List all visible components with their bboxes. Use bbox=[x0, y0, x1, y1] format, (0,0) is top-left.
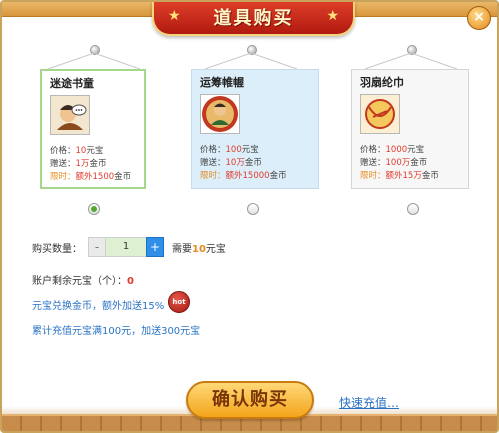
close-button[interactable]: × bbox=[467, 6, 491, 30]
hanging-string bbox=[204, 52, 298, 70]
recharge-bonus-link[interactable]: 累计充值元宝满100元，加送300元宝 bbox=[32, 322, 200, 337]
title-banner: ★ 道具购买 ★ bbox=[152, 2, 355, 36]
cost-summary: 需要10元宝 bbox=[172, 240, 226, 255]
limit-value: 额外1500 bbox=[75, 172, 115, 182]
need-unit: 元宝 bbox=[205, 244, 226, 255]
price-label: 价格： bbox=[200, 145, 226, 155]
limit-label: 限时： bbox=[200, 171, 226, 181]
limit-value: 额外15万 bbox=[385, 171, 422, 181]
item-card-2[interactable]: 运筹帷幄 价格：100元宝 赠送：10万金币 限时：额外15000金币 bbox=[191, 69, 319, 189]
item-name: 迷途书童 bbox=[50, 77, 94, 90]
limit-label: 限时： bbox=[50, 172, 76, 182]
purchase-dialog: ★ 道具购买 ★ × 迷途书童 价格：10元宝 赠送：1万金币 限时：额外150… bbox=[0, 0, 499, 433]
limit-unit: 金币 bbox=[421, 171, 439, 181]
balance-line: 账户剩余元宝（个）：0 bbox=[32, 272, 134, 287]
price-value: 100 bbox=[225, 145, 242, 155]
item-radio-2[interactable] bbox=[247, 203, 259, 215]
item-radio-3[interactable] bbox=[407, 203, 419, 215]
balance-label: 账户剩余元宝（个）： bbox=[32, 276, 127, 287]
limit-unit: 金币 bbox=[269, 171, 287, 181]
item-name: 运筹帷幄 bbox=[200, 76, 244, 89]
price-value: 1000 bbox=[385, 145, 408, 155]
item-details: 价格：1000元宝 赠送：100万金币 限时：额外15万金币 bbox=[360, 144, 439, 183]
quick-recharge-link[interactable]: 快速充值… bbox=[339, 394, 399, 411]
quantity-label: 购买数量： bbox=[32, 244, 82, 255]
item-details: 价格：10元宝 赠送：1万金币 限时：额外1500金币 bbox=[50, 145, 131, 184]
feather-fan-icon bbox=[360, 94, 400, 134]
price-unit: 元宝 bbox=[407, 145, 425, 155]
strategist-icon bbox=[200, 94, 240, 134]
price-unit: 元宝 bbox=[86, 146, 104, 156]
hot-badge: hot bbox=[168, 291, 190, 313]
item-radio-1[interactable] bbox=[88, 203, 100, 215]
limit-value: 额外15000 bbox=[225, 171, 270, 181]
price-label: 价格： bbox=[50, 146, 76, 156]
need-amount: 10 bbox=[192, 244, 206, 255]
quantity-input[interactable]: 1 bbox=[106, 237, 146, 257]
hanging-string bbox=[364, 52, 458, 70]
dialog-title: 道具购买 bbox=[213, 8, 294, 29]
price-unit: 元宝 bbox=[241, 145, 259, 155]
star-icon: ★ bbox=[326, 8, 339, 24]
gift-label: 赠送： bbox=[200, 158, 226, 168]
increment-button[interactable]: + bbox=[146, 237, 164, 257]
gift-unit: 金币 bbox=[410, 158, 428, 168]
gift-label: 赠送： bbox=[50, 159, 76, 169]
item-details: 价格：100元宝 赠送：10万金币 限时：额外15000金币 bbox=[200, 144, 287, 183]
gift-value: 1万 bbox=[75, 159, 90, 169]
gift-value: 10万 bbox=[225, 158, 245, 168]
limit-unit: 金币 bbox=[114, 172, 132, 182]
balance-value: 0 bbox=[127, 276, 134, 287]
need-prefix: 需要 bbox=[172, 244, 192, 255]
price-label: 价格： bbox=[360, 145, 386, 155]
decrement-button[interactable]: - bbox=[88, 237, 106, 257]
gift-unit: 金币 bbox=[89, 159, 107, 169]
scholar-boy-icon bbox=[50, 95, 90, 135]
item-name: 羽扇纶巾 bbox=[360, 76, 404, 89]
gift-unit: 金币 bbox=[244, 158, 262, 168]
item-card-1[interactable]: 迷途书童 价格：10元宝 赠送：1万金币 限时：额外1500金币 bbox=[40, 69, 146, 189]
hanging-string bbox=[47, 52, 141, 70]
limit-label: 限时： bbox=[360, 171, 386, 181]
price-value: 10 bbox=[75, 146, 87, 156]
gift-label: 赠送： bbox=[360, 158, 386, 168]
confirm-purchase-button[interactable]: 确认购买 bbox=[186, 381, 314, 419]
gift-value: 100万 bbox=[385, 158, 411, 168]
item-card-3[interactable]: 羽扇纶巾 价格：1000元宝 赠送：100万金币 限时：额外15万金币 bbox=[351, 69, 469, 189]
exchange-promo-link[interactable]: 元宝兑换金币，额外加送15% bbox=[32, 297, 164, 312]
